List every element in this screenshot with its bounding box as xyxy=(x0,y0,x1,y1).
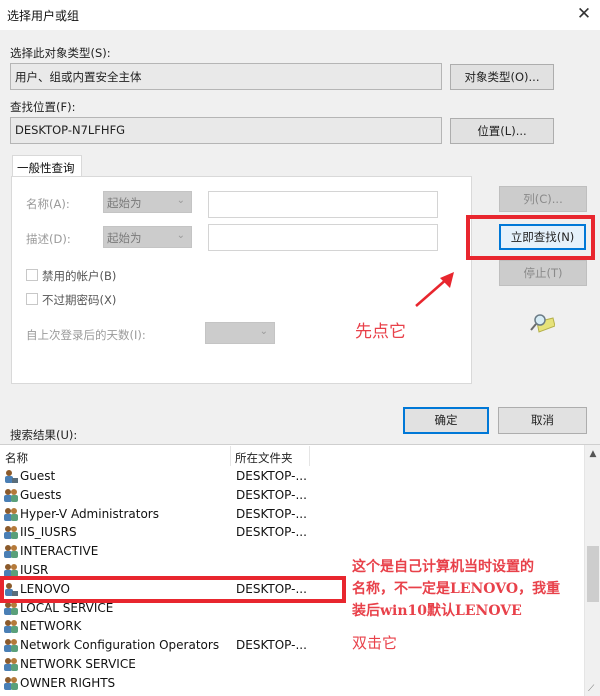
chevron-down-icon: ⌄ xyxy=(176,195,185,206)
description-mode-select[interactable]: 起始为 ⌄ xyxy=(103,226,192,248)
user-icon xyxy=(5,470,18,483)
days-since-logon-select[interactable]: ⌄ xyxy=(205,322,275,344)
name-input[interactable] xyxy=(208,191,438,218)
row-name: IIS_IUSRS xyxy=(20,525,77,540)
group-icon xyxy=(4,620,18,634)
group-icon xyxy=(4,658,18,671)
search-results-label: 搜索结果(U): xyxy=(10,428,78,442)
annotation-note-line3: 装后win10默认LENOVE xyxy=(352,603,522,619)
tab-general-query[interactable]: 一般性查询 xyxy=(12,155,82,177)
location-label: 查找位置(F): xyxy=(10,100,76,114)
location-field: DESKTOP-N7LFHFG xyxy=(10,117,442,144)
chevron-down-icon: ⌄ xyxy=(176,230,185,241)
row-name: INTERACTIVE xyxy=(20,544,99,559)
columns-button[interactable]: 列(C)... xyxy=(499,186,587,212)
column-separator[interactable] xyxy=(309,446,310,466)
locations-button[interactable]: 位置(L)... xyxy=(450,118,554,144)
annotation-double-click: 双击它 xyxy=(352,634,398,652)
row-name: NETWORK SERVICE xyxy=(20,657,136,671)
name-mode-value: 起始为 xyxy=(107,196,142,210)
table-row[interactable]: Guest DESKTOP-... xyxy=(3,467,563,486)
row-name: Hyper-V Administrators xyxy=(20,506,159,521)
vertical-scrollbar[interactable]: ▲ ⟋ xyxy=(584,445,600,696)
lenovo-row-highlight xyxy=(0,576,346,603)
table-row[interactable]: NETWORK SERVICE xyxy=(3,655,563,674)
row-folder: DESKTOP-... xyxy=(236,525,307,540)
group-icon xyxy=(4,526,18,540)
row-folder: DESKTOP-... xyxy=(236,506,307,521)
column-header-folder[interactable]: 所在文件夹 xyxy=(235,450,293,466)
scrollbar-thumb[interactable] xyxy=(587,546,599,602)
table-row[interactable]: Guests DESKTOP-... xyxy=(3,486,563,505)
column-separator[interactable] xyxy=(230,446,231,466)
arrow-icon xyxy=(415,272,454,307)
scroll-up-icon[interactable]: ▲ xyxy=(585,449,600,459)
row-name: NETWORK xyxy=(20,619,82,634)
annotation-click-first: 先点它 xyxy=(355,322,406,342)
group-icon xyxy=(4,507,18,521)
table-row[interactable]: NETWORK xyxy=(3,617,563,636)
description-label: 描述(D): xyxy=(26,232,71,246)
group-icon xyxy=(4,676,18,690)
table-row[interactable]: Network Configuration Operators DESKTOP-.… xyxy=(3,636,563,655)
disabled-accounts-label: 禁用的帐户(B) xyxy=(42,269,117,283)
non-expiring-password-label: 不过期密码(X) xyxy=(42,293,117,307)
cancel-button[interactable]: 取消 xyxy=(498,407,587,434)
object-type-label: 选择此对象类型(S): xyxy=(10,46,111,60)
group-icon xyxy=(4,488,18,502)
find-search-icon xyxy=(530,314,555,333)
annotation-note-line1: 这个是自己计算机当时设置的 xyxy=(352,559,534,575)
row-folder: DESKTOP-... xyxy=(236,638,307,653)
window-title: 选择用户或组 xyxy=(7,9,80,23)
column-header-name[interactable]: 名称 xyxy=(5,450,28,466)
resize-grip-icon[interactable]: ⟋ xyxy=(588,684,594,694)
row-name: Guest xyxy=(20,469,56,483)
days-since-logon-label: 自上次登录后的天数(I): xyxy=(26,328,146,342)
close-icon[interactable]: ✕ xyxy=(574,3,594,25)
row-name: IUSR xyxy=(20,563,49,577)
description-mode-value: 起始为 xyxy=(107,231,142,245)
name-mode-select[interactable]: 起始为 ⌄ xyxy=(103,191,192,213)
row-name: Network Configuration Operators xyxy=(20,638,220,653)
table-row[interactable]: IIS_IUSRS DESKTOP-... xyxy=(3,523,563,542)
group-icon xyxy=(4,639,18,653)
row-folder: DESKTOP-... xyxy=(236,487,307,502)
disabled-accounts-checkbox[interactable] xyxy=(26,269,38,281)
row-name: OWNER RIGHTS xyxy=(20,675,116,690)
chevron-down-icon: ⌄ xyxy=(259,326,268,337)
object-type-field: 用户、组或内置安全主体 xyxy=(10,63,442,90)
row-folder: DESKTOP-... xyxy=(236,469,307,483)
description-input[interactable] xyxy=(208,224,438,251)
non-expiring-password-checkbox[interactable] xyxy=(26,293,38,305)
annotation-note-line2: 名称，不一定是LENOVO，我重 xyxy=(352,581,561,597)
group-icon xyxy=(4,545,18,559)
table-row[interactable]: OWNER RIGHTS xyxy=(3,674,563,693)
ok-button[interactable]: 确定 xyxy=(403,407,489,434)
name-label: 名称(A): xyxy=(26,197,70,211)
object-types-button[interactable]: 对象类型(O)... xyxy=(450,64,554,90)
title-bar: 选择用户或组 ✕ xyxy=(0,0,600,30)
table-row[interactable]: Hyper-V Administrators DESKTOP-... xyxy=(3,505,563,524)
stop-button[interactable]: 停止(T) xyxy=(499,260,587,286)
row-name: Guests xyxy=(20,487,62,502)
find-now-highlight xyxy=(466,215,595,260)
